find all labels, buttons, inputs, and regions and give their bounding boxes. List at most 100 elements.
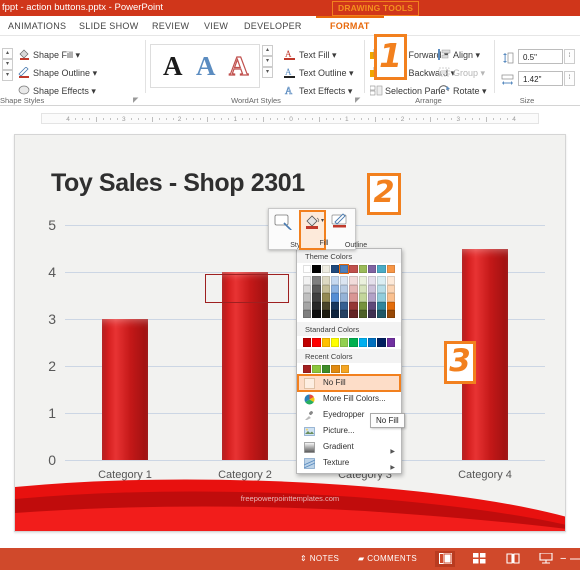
tab-slide-show[interactable]: SLIDE SHOW — [79, 16, 139, 36]
chevron-down-icon[interactable]: ▾ — [321, 217, 324, 224]
color-swatch[interactable] — [312, 293, 321, 302]
selection-pane-button[interactable]: Selection Pane — [369, 85, 446, 96]
color-swatch[interactable] — [303, 284, 312, 294]
shape-selection-box[interactable] — [205, 274, 289, 303]
mini-toolbar[interactable]: Style ▾ Fill Outline — [268, 208, 367, 250]
shape-styles-dialog-launcher[interactable]: ◤ — [133, 96, 138, 104]
comments-button[interactable]: ▰ COMMENTS — [358, 548, 417, 570]
theme-color-variants[interactable] — [297, 273, 401, 319]
color-swatch[interactable] — [358, 265, 368, 274]
slideshow-button[interactable] — [536, 551, 556, 567]
color-swatch[interactable] — [330, 284, 340, 294]
menu-item-more-fill-colors[interactable]: More Fill Colors... — [297, 391, 401, 407]
color-swatch[interactable] — [321, 338, 330, 347]
wordart-sample-2[interactable]: A — [196, 51, 216, 82]
color-swatch[interactable] — [312, 265, 321, 274]
color-swatch[interactable] — [340, 284, 349, 294]
color-swatch[interactable] — [349, 301, 358, 310]
text-fill-button[interactable]: A Text Fill ▾ — [284, 49, 337, 61]
chevron-down-icon[interactable]: ▾ — [349, 68, 354, 78]
color-swatch[interactable] — [321, 364, 331, 374]
align-button[interactable]: Align ▾ — [438, 49, 480, 61]
color-swatch[interactable] — [321, 284, 330, 294]
wordart-scroll-down[interactable]: ▾ — [262, 56, 273, 67]
text-outline-button[interactable]: A Text Outline ▾ — [284, 67, 354, 79]
chevron-down-icon[interactable]: ▾ — [76, 50, 81, 60]
color-swatch[interactable] — [340, 301, 349, 310]
color-swatch[interactable] — [303, 309, 312, 319]
color-swatch[interactable] — [312, 338, 321, 347]
color-swatch[interactable] — [339, 263, 350, 275]
wordart-dialog-launcher[interactable]: ◤ — [355, 96, 360, 104]
theme-variant-row[interactable] — [297, 284, 401, 294]
tab-review[interactable]: REVIEW — [152, 16, 189, 36]
color-swatch[interactable] — [386, 301, 395, 310]
color-swatch[interactable] — [349, 309, 358, 319]
shape-width-stepper[interactable]: ⁞ — [564, 71, 575, 86]
color-swatch[interactable] — [312, 284, 321, 294]
color-swatch[interactable] — [386, 265, 395, 274]
color-swatch[interactable] — [386, 276, 395, 285]
color-swatch[interactable] — [330, 301, 340, 310]
normal-view-button[interactable] — [435, 551, 455, 567]
color-swatch[interactable] — [303, 338, 312, 347]
wordart-scroll-up[interactable]: ▴ — [262, 45, 273, 56]
color-swatch[interactable] — [368, 276, 377, 285]
color-swatch[interactable] — [321, 293, 330, 302]
chevron-down-icon[interactable]: ▾ — [93, 68, 98, 78]
color-swatch[interactable] — [368, 309, 377, 319]
mini-fill-button[interactable]: ▾ Fill — [299, 210, 328, 250]
color-swatch[interactable] — [312, 301, 321, 310]
wordart-gallery[interactable]: A A A — [150, 44, 260, 88]
fill-dropdown-menu[interactable]: Theme Colors Standard Colors Recent Colo… — [296, 248, 402, 475]
tab-view[interactable]: VIEW — [204, 16, 228, 36]
zoom-slider[interactable] — [570, 558, 580, 560]
color-swatch[interactable] — [386, 309, 395, 319]
slide-canvas[interactable]: Toy Sales - Shop 2301 0 1 2 3 4 5 Category 1 Ca… — [14, 134, 566, 532]
color-swatch[interactable] — [340, 364, 349, 374]
color-swatch[interactable] — [358, 284, 368, 294]
color-swatch[interactable] — [331, 364, 340, 374]
color-swatch[interactable] — [377, 265, 386, 274]
color-swatch[interactable] — [340, 309, 349, 319]
horizontal-ruler[interactable]: 4 3 2 1 0 1 2 3 4 — [0, 106, 580, 130]
color-swatch[interactable] — [358, 309, 368, 319]
color-swatch[interactable] — [349, 338, 358, 347]
theme-colors-row[interactable] — [297, 263, 401, 275]
bar-1[interactable] — [102, 319, 148, 460]
color-swatch[interactable] — [358, 301, 368, 310]
color-swatch[interactable] — [386, 293, 395, 302]
tab-format[interactable]: FORMAT — [316, 16, 384, 36]
color-swatch[interactable] — [330, 338, 340, 347]
color-swatch[interactable] — [312, 364, 321, 374]
shape-gallery-scroll-up[interactable]: ▴ — [2, 48, 13, 59]
shape-outline-button[interactable]: Shape Outline ▾ — [18, 66, 98, 79]
color-swatch[interactable] — [303, 293, 312, 302]
chevron-down-icon[interactable]: ▾ — [476, 50, 481, 60]
shape-gallery-more[interactable]: ▾ — [2, 70, 13, 81]
chevron-down-icon[interactable]: ▾ — [332, 50, 337, 60]
color-swatch[interactable] — [358, 293, 368, 302]
theme-variant-row[interactable] — [297, 293, 401, 302]
color-swatch[interactable] — [330, 276, 340, 285]
color-swatch[interactable] — [377, 301, 386, 310]
theme-variant-row[interactable] — [297, 309, 401, 319]
shape-height-input[interactable]: 0.5" — [518, 49, 563, 64]
color-swatch[interactable] — [377, 276, 386, 285]
ruler-bar[interactable]: 4 3 2 1 0 1 2 3 4 — [41, 112, 539, 124]
color-swatch[interactable] — [377, 338, 386, 347]
color-swatch[interactable] — [368, 284, 377, 294]
reading-view-button[interactable] — [503, 551, 523, 567]
color-swatch[interactable] — [349, 276, 358, 285]
shape-fill-button[interactable]: Shape Fill ▾ — [18, 49, 80, 61]
color-swatch[interactable] — [340, 338, 349, 347]
tab-animations[interactable]: ANIMATIONS — [8, 16, 66, 36]
chevron-down-icon[interactable]: ▾ — [348, 86, 353, 96]
color-swatch[interactable] — [330, 293, 340, 302]
color-swatch[interactable] — [368, 301, 377, 310]
wordart-sample-3[interactable]: A — [228, 50, 249, 82]
standard-colors-row[interactable] — [297, 336, 401, 348]
color-swatch[interactable] — [349, 284, 358, 294]
shape-height-stepper[interactable]: ⁞ — [564, 49, 575, 64]
color-swatch[interactable] — [303, 301, 312, 310]
